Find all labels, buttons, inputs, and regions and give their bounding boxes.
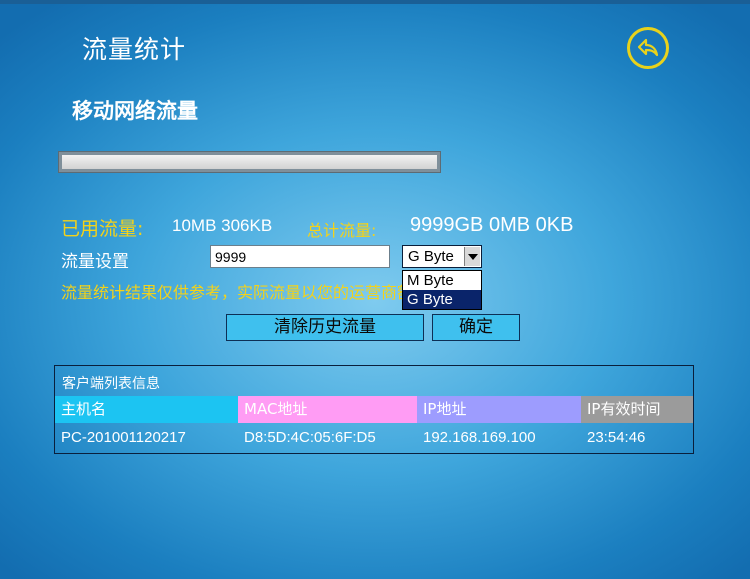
page-title: 流量统计 [82,35,187,64]
confirm-button[interactable]: 确定 [432,314,520,341]
used-traffic-label: 已用流量: [61,218,144,240]
chevron-down-icon[interactable] [464,247,480,266]
back-button[interactable] [627,27,669,69]
progress-track [62,155,437,169]
client-list-panel: 客户端列表信息 主机名 MAC地址 IP地址 IP有效时间 PC-2010011… [54,365,694,454]
unit-option-mbyte[interactable]: M Byte [403,271,481,290]
usage-progress-bar [58,151,441,173]
column-header-ip-lease-time: IP有效时间 [581,396,693,423]
column-header-ip: IP地址 [417,396,581,423]
cell-mac: D8:5D:4C:05:6F:D5 [244,429,376,446]
cell-ip: 192.168.169.100 [423,429,536,446]
back-arrow-icon [637,38,659,57]
unit-select[interactable]: G Byte [402,245,482,268]
client-list-title: 客户端列表信息 [62,376,160,392]
unit-select-value: G Byte [408,248,454,265]
total-traffic-value: 9999GB 0MB 0KB [410,214,574,236]
column-header-mac: MAC地址 [238,396,417,423]
clear-history-button[interactable]: 清除历史流量 [226,314,424,341]
cell-ip-lease-time: 23:54:46 [587,429,646,446]
column-header-hostname: 主机名 [55,396,238,423]
table-row: PC-201001120217 D8:5D:4C:05:6F:D5 192.16… [55,426,693,450]
total-traffic-label: 总计流量: [307,221,377,240]
traffic-setting-label: 流量设置 [61,252,129,272]
section-title: 移动网络流量 [72,99,198,123]
unit-dropdown-list: M Byte G Byte [402,270,482,310]
client-table-header: 主机名 MAC地址 IP地址 IP有效时间 [55,396,693,423]
used-traffic-value: 10MB 306KB [172,216,273,235]
unit-option-gbyte[interactable]: G Byte [403,290,481,309]
top-border [0,0,750,4]
traffic-limit-input[interactable] [210,245,390,268]
cell-hostname: PC-201001120217 [61,429,186,446]
